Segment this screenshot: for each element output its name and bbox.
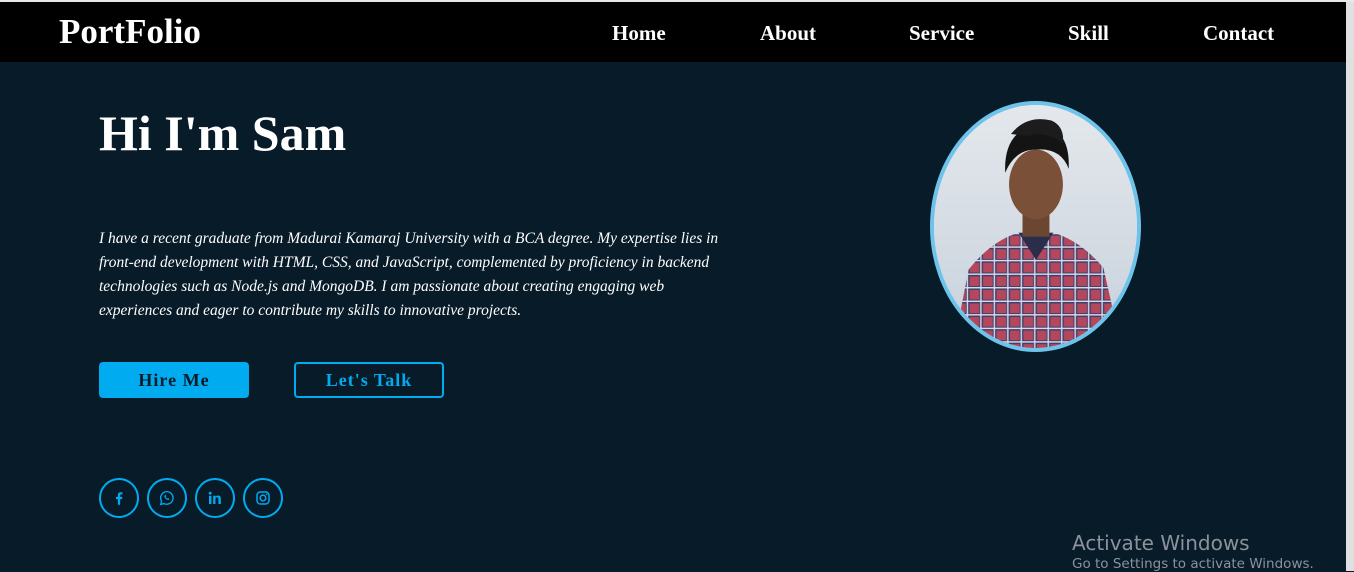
facebook-link[interactable] xyxy=(99,478,139,518)
nav-link-service[interactable]: Service xyxy=(909,21,974,46)
nav-link-skill[interactable]: Skill xyxy=(1068,21,1109,46)
linkedin-icon xyxy=(208,491,221,504)
page-scrollbar[interactable] xyxy=(1346,2,1354,571)
activate-windows-subtitle: Go to Settings to activate Windows. xyxy=(1072,556,1314,572)
navbar: PortFolio Home About Service Skill Conta… xyxy=(0,2,1346,62)
profile-photo xyxy=(930,101,1141,352)
facebook-icon xyxy=(115,492,123,505)
whatsapp-link[interactable] xyxy=(147,478,187,518)
person-illustration xyxy=(934,105,1137,348)
nav-link-contact[interactable]: Contact xyxy=(1203,21,1274,46)
nav-link-home[interactable]: Home xyxy=(612,21,666,46)
instagram-icon xyxy=(256,491,270,505)
site-logo[interactable]: PortFolio xyxy=(59,12,201,52)
hire-me-button[interactable]: Hire Me xyxy=(99,362,249,398)
linkedin-link[interactable] xyxy=(195,478,235,518)
lets-talk-button[interactable]: Let's Talk xyxy=(294,362,444,398)
hero-title: Hi I'm Sam xyxy=(99,105,347,161)
activate-windows-title: Activate Windows xyxy=(1072,531,1250,555)
hero-description: I have a recent graduate from Madurai Ka… xyxy=(99,230,719,319)
instagram-link[interactable] xyxy=(243,478,283,518)
nav-link-about[interactable]: About xyxy=(760,21,816,46)
whatsapp-icon xyxy=(159,490,174,506)
